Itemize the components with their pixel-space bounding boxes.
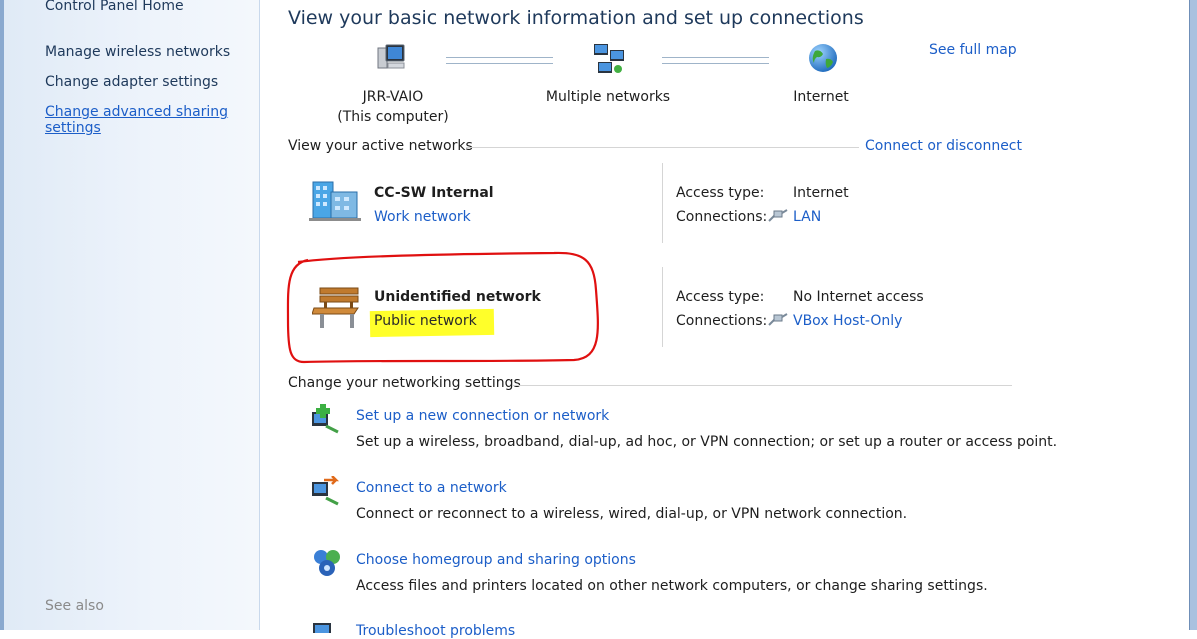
sidebar-item-advanced-sharing-line1: Change advanced sharing: [45, 104, 229, 120]
multiple-networks-label: Multiple networks: [545, 89, 671, 105]
globe-icon: [807, 42, 839, 78]
see-also-heading: See also: [45, 598, 104, 614]
connections-label-2: Connections:: [676, 313, 768, 329]
homegroup-link[interactable]: Choose homegroup and sharing options: [356, 552, 636, 568]
access-type-value-2: No Internet access: [793, 289, 924, 305]
network-type-work-link[interactable]: Work network: [374, 209, 471, 225]
setup-connection-desc: Set up a wireless, broadband, dial-up, a…: [356, 434, 1058, 450]
building-icon: [309, 180, 361, 226]
active-networks-heading: View your active networks: [288, 138, 473, 154]
homegroup-icon: [311, 548, 343, 582]
see-full-map-link[interactable]: See full map: [929, 42, 1017, 58]
new-connection-icon: [310, 404, 342, 438]
sidebar-item-advanced-sharing-line2: settings: [45, 120, 101, 136]
computer-icon: [375, 42, 407, 78]
computer-subtitle: (This computer): [337, 109, 449, 125]
access-type-label-1: Access type:: [676, 185, 765, 201]
network-1-divider: [662, 163, 663, 243]
homegroup-desc: Access files and printers located on oth…: [356, 578, 988, 594]
connection-lan-link[interactable]: LAN: [793, 209, 821, 225]
connect-network-link[interactable]: Connect to a network: [356, 480, 507, 496]
access-type-value-1: Internet: [793, 185, 849, 201]
connect-or-disconnect-link[interactable]: Connect or disconnect: [865, 138, 1022, 154]
active-networks-divider: [466, 147, 859, 148]
access-type-label-2: Access type:: [676, 289, 765, 305]
map-link-1: [446, 57, 553, 64]
settings-divider: [512, 385, 1012, 386]
network-2-divider: [662, 267, 663, 347]
window-frame-right: [1189, 0, 1197, 630]
computer-name: JRR-VAIO: [362, 89, 424, 105]
page-title: View your basic network information and …: [288, 7, 864, 29]
network-name-cc-sw: CC-SW Internal: [374, 185, 494, 201]
sidebar: Control Panel Home Manage wireless netwo…: [0, 0, 260, 630]
troubleshoot-link[interactable]: Troubleshoot problems: [356, 623, 515, 639]
internet-label: Internet: [793, 89, 849, 105]
control-panel-home-link[interactable]: Control Panel Home: [45, 0, 184, 14]
troubleshoot-icon: [311, 621, 341, 637]
window-frame-left: [0, 0, 4, 630]
sidebar-item-adapter-settings[interactable]: Change adapter settings: [45, 74, 218, 90]
sidebar-item-advanced-sharing[interactable]: Change advanced sharing settings: [45, 104, 228, 136]
connections-label-1: Connections:: [676, 209, 768, 225]
connection-vbox-link[interactable]: VBox Host-Only: [793, 313, 902, 329]
network-icon: [592, 42, 626, 80]
cable-icon: [768, 313, 788, 331]
sidebar-item-manage-wireless[interactable]: Manage wireless networks: [45, 44, 230, 60]
map-link-2: [662, 57, 769, 64]
red-annotation-circle: [286, 251, 599, 364]
connect-network-desc: Connect or reconnect to a wireless, wire…: [356, 506, 908, 522]
cable-icon: [768, 209, 788, 227]
settings-heading: Change your networking settings: [288, 375, 521, 391]
setup-connection-link[interactable]: Set up a new connection or network: [356, 408, 609, 424]
connect-icon: [310, 475, 342, 510]
